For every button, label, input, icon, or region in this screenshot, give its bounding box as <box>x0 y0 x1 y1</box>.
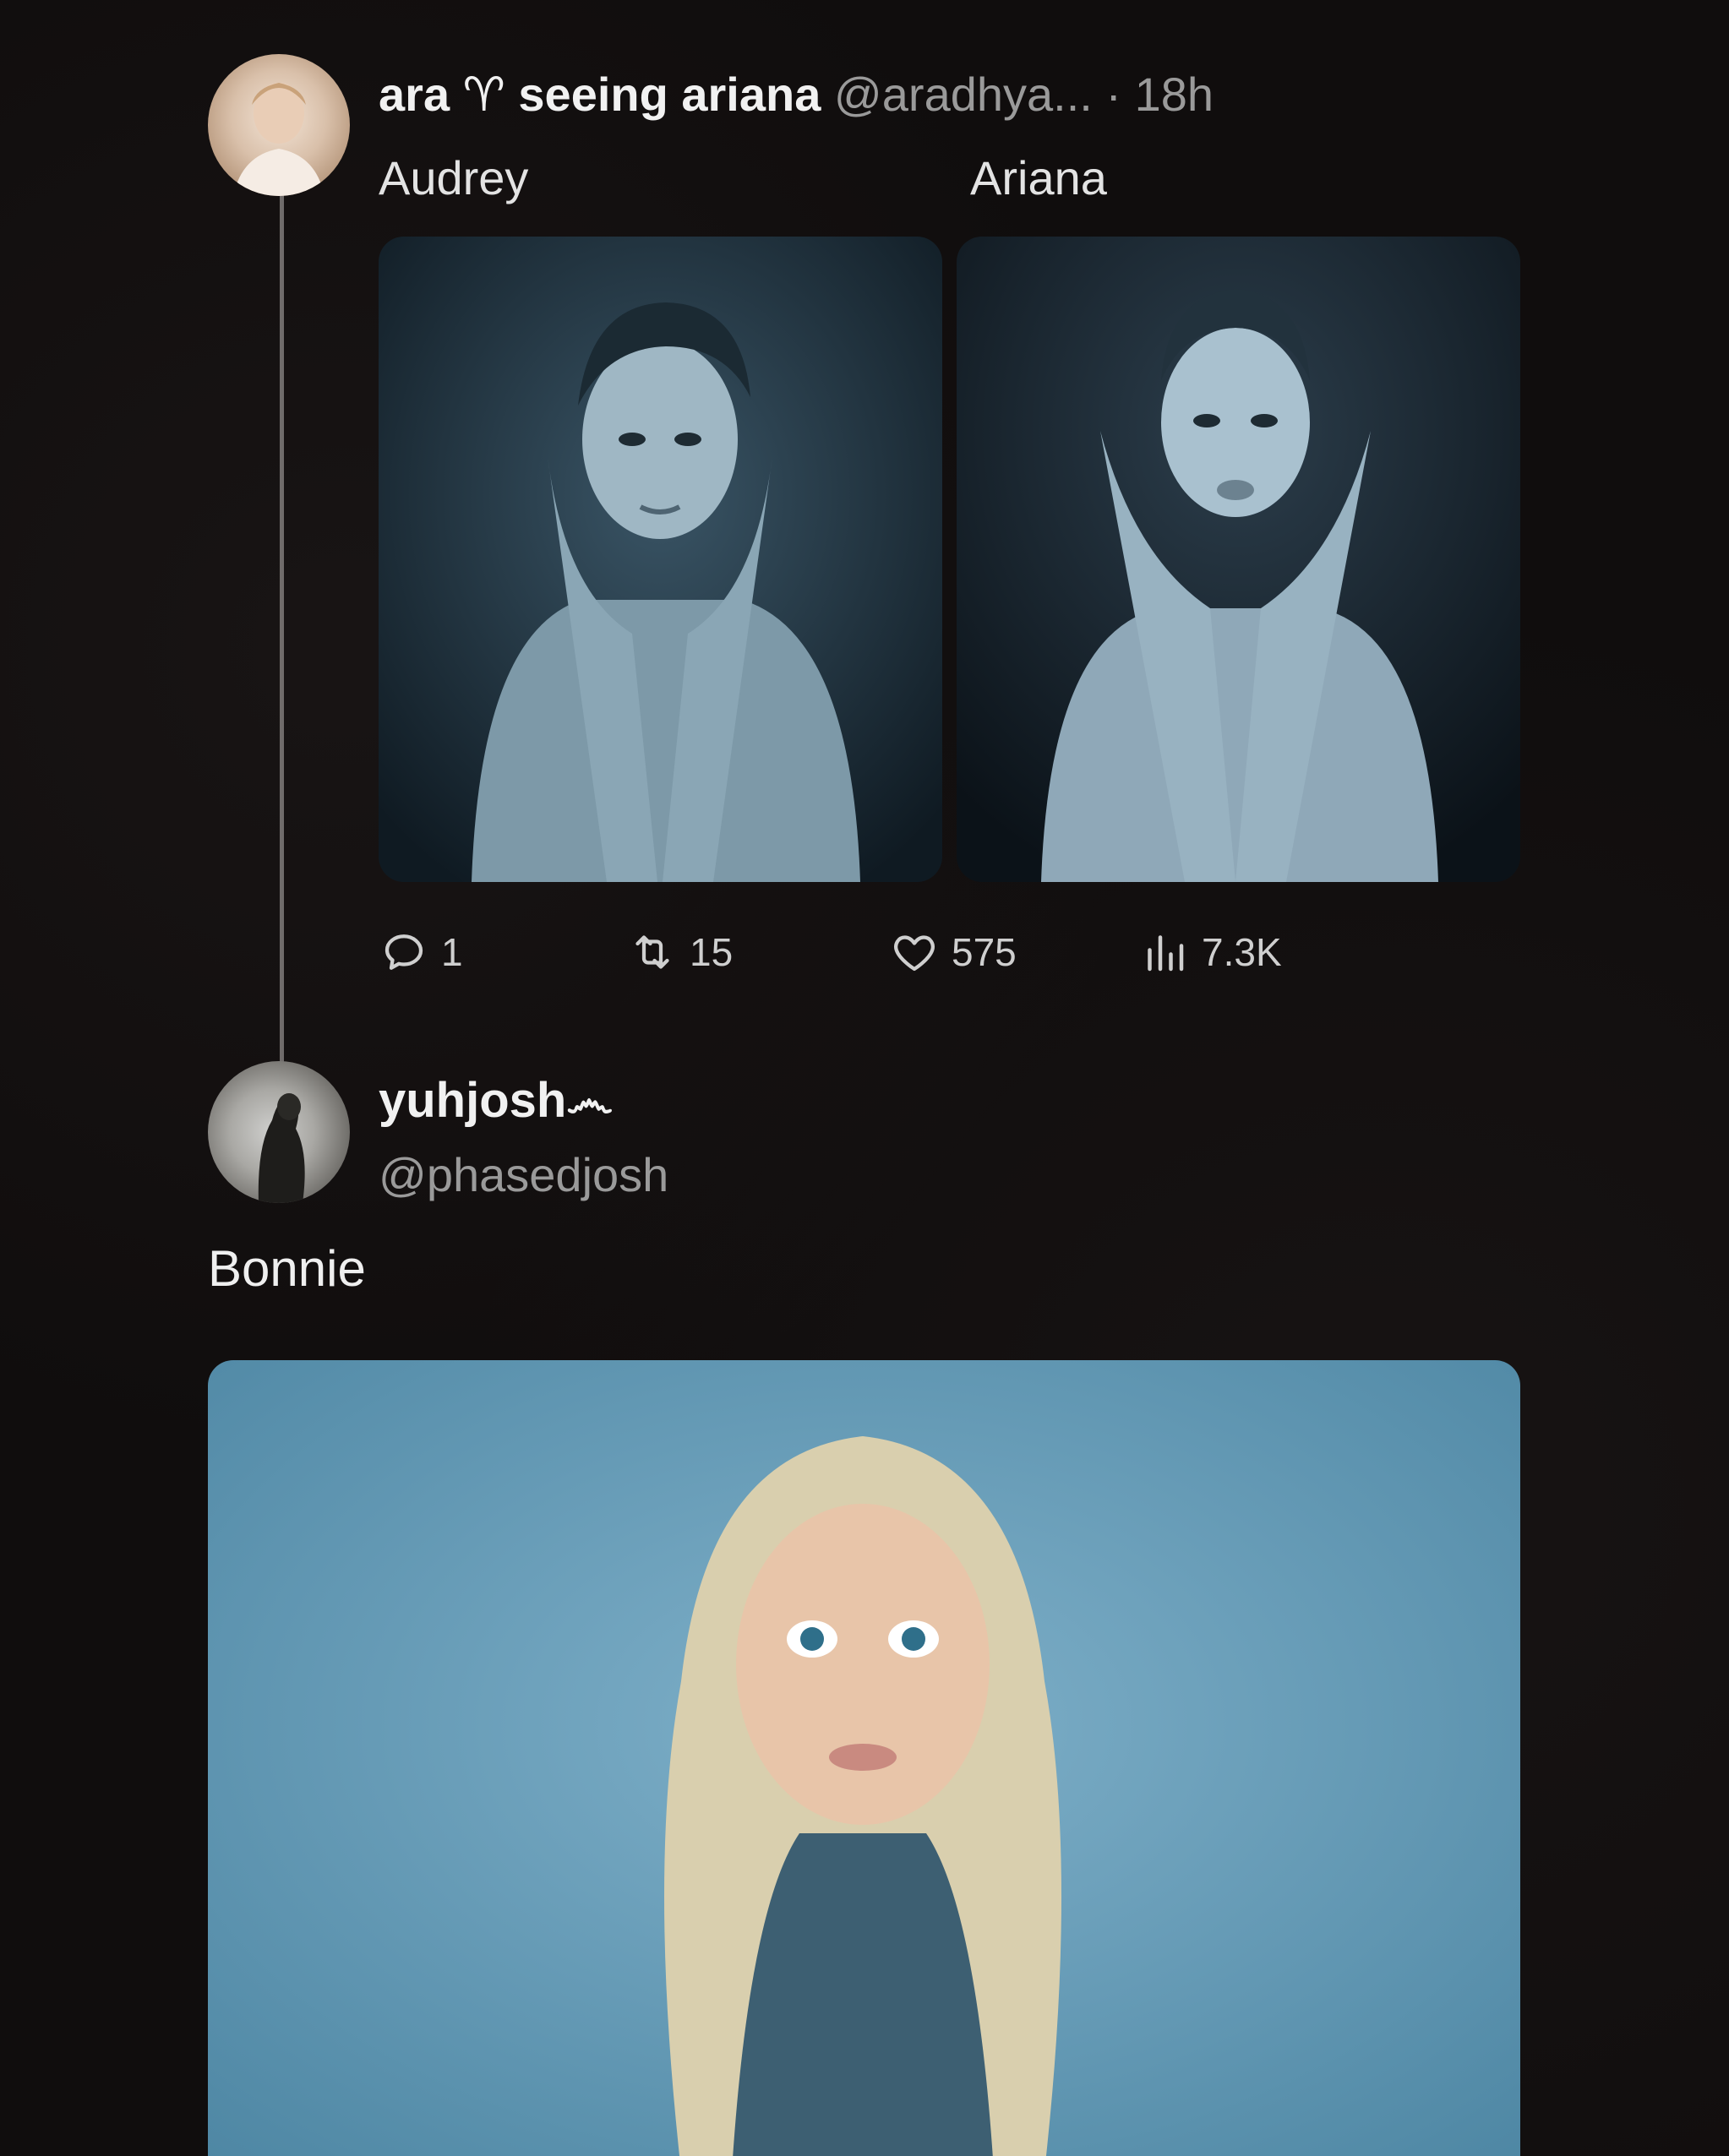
caption-audrey: Audrey <box>379 151 529 204</box>
bonnie-portrait <box>208 1360 1520 2156</box>
reply-author-avatar[interactable] <box>208 1061 350 1203</box>
views-chart-icon <box>1148 935 1184 972</box>
tweet-header: ara ♈ seeing ariana @aradhya... · 18h <box>379 64 1214 125</box>
views-button[interactable]: 7.3K <box>1139 923 1282 982</box>
retweet-icon <box>635 935 669 969</box>
reply-handle[interactable]: @phasedjosh <box>379 1146 668 1205</box>
author-avatar[interactable] <box>208 54 350 196</box>
retweet-button[interactable]: 15 <box>627 923 733 982</box>
retweet-count: 15 <box>690 930 734 974</box>
audrey-portrait <box>379 237 942 882</box>
heart-icon <box>894 935 935 972</box>
reply-count: 1 <box>441 930 463 974</box>
views-count: 7.3K <box>1202 930 1282 974</box>
ariana-portrait <box>957 237 1520 882</box>
thread-connector-line <box>280 193 284 1063</box>
avatar-photo <box>258 1093 305 1203</box>
avatar-photo <box>233 83 325 196</box>
tweet-image-ariana[interactable] <box>957 237 1520 882</box>
reply-button[interactable]: 1 <box>379 923 463 982</box>
author-handle-and-time[interactable]: @aradhya... · 18h <box>834 68 1214 121</box>
author-display-name[interactable]: ara ♈ seeing ariana <box>379 68 821 121</box>
like-count: 575 <box>952 930 1017 974</box>
caption-ariana: Ariana <box>970 151 1107 204</box>
reply-text: Bonnie <box>208 1240 366 1297</box>
tweet-actions: 1 15 575 7.3K <box>379 923 1393 982</box>
reply-display-name[interactable]: yuhjosh෴ <box>379 1071 613 1130</box>
like-button[interactable]: 575 <box>889 923 1017 982</box>
reply-icon <box>385 934 423 970</box>
tweet-image-audrey[interactable] <box>379 237 942 882</box>
reply-image-bonnie[interactable] <box>208 1360 1520 2156</box>
